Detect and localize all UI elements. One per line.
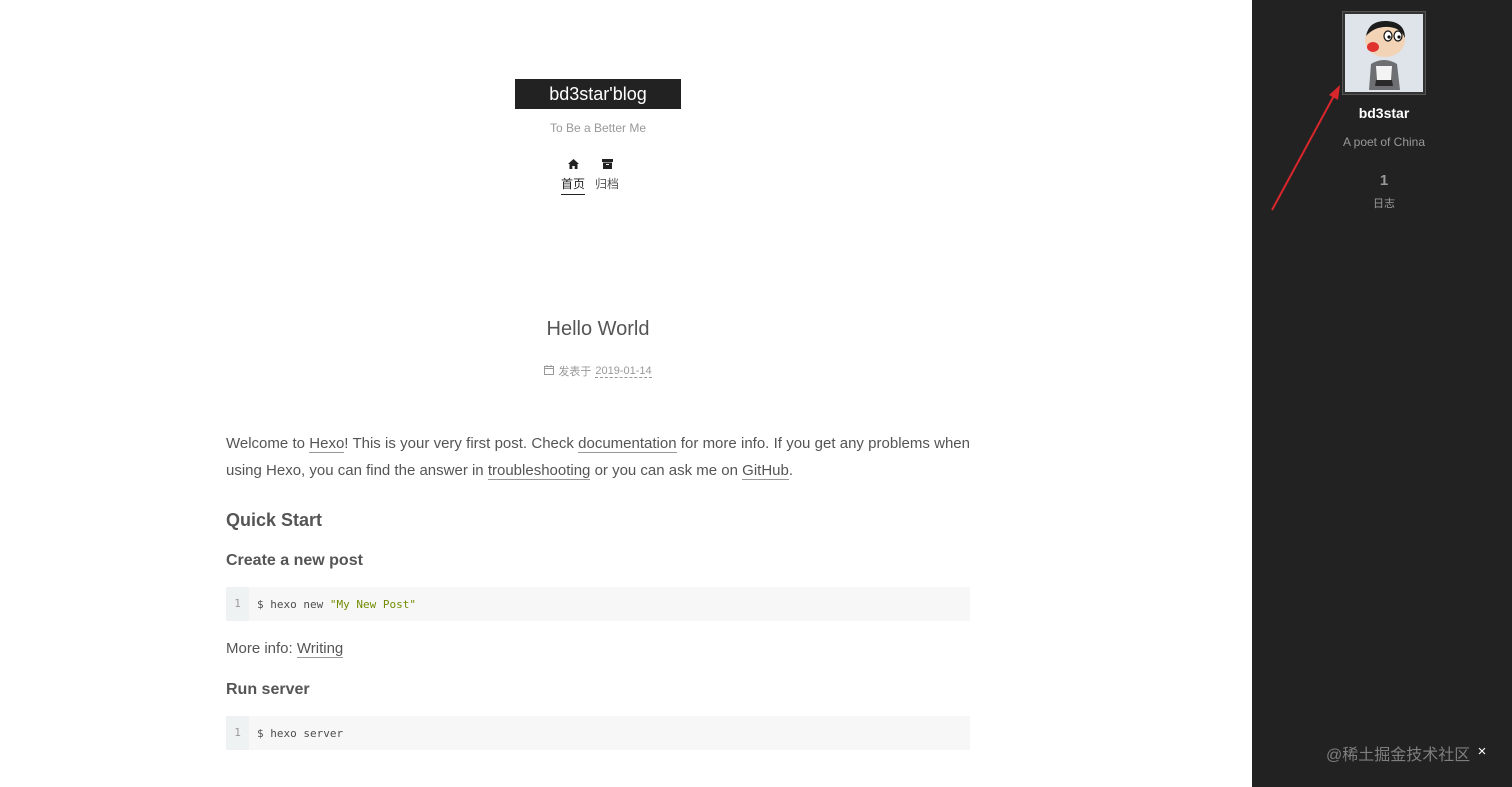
writing-link[interactable]: Writing	[296, 640, 344, 658]
nav-item-home[interactable]: 首页	[561, 158, 586, 195]
documentation-link[interactable]: documentation	[578, 435, 677, 453]
code-block-new-post: 1 $ hexo new "My New Post"	[226, 587, 970, 621]
code-string: "My New Post"	[329, 597, 416, 611]
nav-item-label: 首页	[561, 175, 586, 195]
github-link[interactable]: GitHub	[742, 462, 789, 480]
nav-item-label: 归档	[595, 177, 620, 191]
archive-icon	[601, 158, 613, 170]
post-title[interactable]: Hello World	[226, 318, 970, 341]
calendar-icon	[544, 364, 555, 378]
post-date: 2019-01-14	[595, 364, 652, 378]
heading-run-server: Run server	[226, 681, 310, 698]
code-line: $ hexo new "My New Post"	[249, 591, 416, 618]
intro-text: .	[788, 462, 794, 479]
intro-paragraph: Welcome to Hexo! This is your very first…	[226, 430, 970, 484]
main-content: bd3star'blog To Be a Better Me 首页 归档 Hel…	[0, 0, 1252, 787]
code-command: $ hexo new	[257, 597, 330, 611]
code-line: $ hexo server	[257, 726, 344, 740]
hexo-link[interactable]: Hexo	[309, 435, 345, 453]
close-icon[interactable]: ×	[1474, 744, 1490, 760]
annotation-arrow	[1271, 85, 1340, 211]
watermark: @稀土掘金技术社区	[1326, 747, 1471, 764]
post-body: Welcome to Hexo! This is your very first…	[226, 430, 970, 764]
nav-item-archive[interactable]: 归档	[595, 158, 619, 195]
more-info-label: More info:	[226, 640, 297, 657]
site-nav: 首页 归档	[556, 158, 624, 195]
site-title[interactable]: bd3star'blog	[515, 79, 681, 109]
heading-quick-start: Quick Start	[226, 510, 323, 530]
code-block-server: 1 $ hexo server	[226, 716, 970, 750]
more-info: More info: Writing	[226, 635, 970, 662]
intro-text: ! This is your very first post. Check	[344, 435, 579, 452]
avatar-image	[1345, 14, 1423, 92]
intro-text: Welcome to	[226, 435, 310, 452]
post-meta: 发表于 2019-01-14	[226, 363, 970, 379]
troubleshooting-link[interactable]: troubleshooting	[487, 462, 591, 480]
heading-create-post: Create a new post	[226, 552, 363, 569]
post-meta-label: 发表于	[558, 366, 592, 378]
site-subtitle: To Be a Better Me	[549, 121, 647, 135]
line-number: 1	[226, 716, 249, 750]
line-number: 1	[226, 587, 249, 621]
home-icon	[567, 158, 579, 170]
intro-text: or you can ask me on	[590, 462, 743, 479]
